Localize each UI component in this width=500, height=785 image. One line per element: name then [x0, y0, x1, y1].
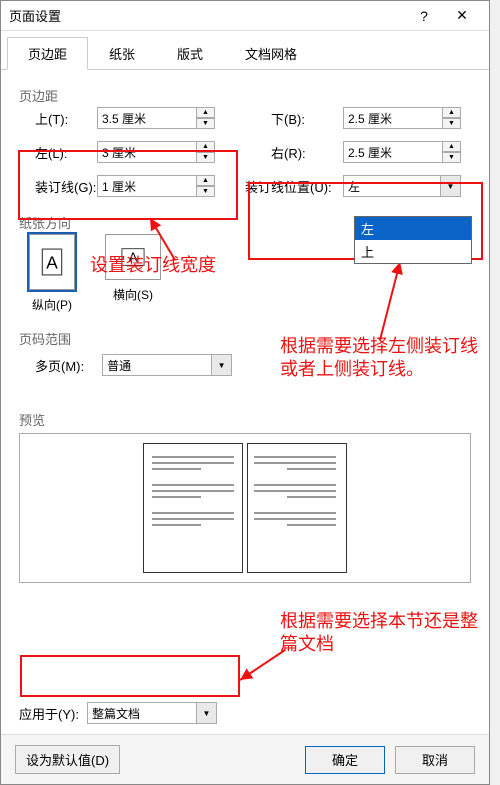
- tab-strip: 页边距 纸张 版式 文档网格: [1, 31, 489, 70]
- label-apply-to: 应用于(Y):: [19, 704, 79, 723]
- combo-apply-to[interactable]: ▼: [87, 702, 217, 724]
- spinner-bottom[interactable]: ▲▼: [343, 107, 463, 129]
- input-gutter[interactable]: [97, 175, 197, 197]
- orientation-portrait[interactable]: A 纵向(P): [29, 234, 75, 313]
- page-setup-dialog: 页面设置 ? ✕ 页边距 纸张 版式 文档网格 页边距 上(T): ▲▼ 下(B…: [0, 0, 490, 785]
- preview-box: [19, 433, 471, 583]
- landscape-label: 横向(S): [113, 286, 153, 303]
- spin-up-icon[interactable]: ▲: [197, 175, 215, 186]
- chevron-down-icon[interactable]: ▼: [197, 702, 217, 724]
- set-default-button[interactable]: 设为默认值(D): [15, 745, 120, 774]
- tab-paper[interactable]: 纸张: [88, 37, 156, 70]
- dropdown-option-left[interactable]: 左: [355, 217, 471, 240]
- spinner-top[interactable]: ▲▼: [97, 107, 217, 129]
- chevron-down-icon[interactable]: ▼: [212, 354, 232, 376]
- section-margins-title: 页边距: [19, 86, 471, 105]
- label-top: 上(T):: [35, 109, 95, 128]
- input-multipage[interactable]: [102, 354, 212, 376]
- svg-text:A: A: [46, 252, 58, 272]
- tab-body: 页边距 上(T): ▲▼ 下(B): ▲▼ 左(L):: [1, 69, 489, 734]
- label-right: 右(R):: [271, 143, 341, 162]
- close-button[interactable]: ✕: [443, 5, 481, 27]
- help-button[interactable]: ?: [405, 5, 443, 27]
- gutter-pos-dropdown[interactable]: 左 上: [354, 216, 472, 264]
- label-gutter: 装订线(G):: [35, 177, 95, 196]
- spin-down-icon[interactable]: ▼: [197, 186, 215, 197]
- help-icon: ?: [420, 8, 428, 24]
- spin-down-icon[interactable]: ▼: [197, 118, 215, 129]
- tab-layout[interactable]: 版式: [156, 37, 224, 70]
- spin-down-icon[interactable]: ▼: [443, 118, 461, 129]
- titlebar: 页面设置 ? ✕: [1, 1, 489, 31]
- spin-down-icon[interactable]: ▼: [443, 152, 461, 163]
- spinner-right[interactable]: ▲▼: [343, 141, 463, 163]
- spinner-gutter[interactable]: ▲▼: [97, 175, 217, 197]
- preview-page-left: [143, 443, 243, 573]
- close-icon: ✕: [456, 7, 468, 24]
- label-left: 左(L):: [35, 143, 95, 162]
- section-pages-title: 页码范围: [19, 329, 471, 348]
- svg-text:A: A: [129, 250, 138, 265]
- input-top[interactable]: [97, 107, 197, 129]
- spin-up-icon[interactable]: ▲: [443, 141, 461, 152]
- portrait-label: 纵向(P): [32, 296, 72, 313]
- dialog-footer: 设为默认值(D) 确定 取消: [1, 734, 489, 784]
- landscape-icon: A: [105, 234, 161, 280]
- label-gutter-pos: 装订线位置(U):: [245, 177, 341, 196]
- spin-down-icon[interactable]: ▼: [197, 152, 215, 163]
- cancel-button[interactable]: 取消: [395, 746, 475, 774]
- spinner-left[interactable]: ▲▼: [97, 141, 217, 163]
- preview-page-right: [247, 443, 347, 573]
- spin-up-icon[interactable]: ▲: [197, 107, 215, 118]
- portrait-icon: A: [29, 234, 75, 290]
- combo-gutter-pos[interactable]: ▼: [343, 175, 461, 197]
- tab-grid[interactable]: 文档网格: [224, 37, 318, 70]
- label-bottom: 下(B):: [271, 109, 341, 128]
- ok-button[interactable]: 确定: [305, 746, 385, 774]
- input-right[interactable]: [343, 141, 443, 163]
- input-bottom[interactable]: [343, 107, 443, 129]
- combo-multipage[interactable]: ▼: [102, 354, 232, 376]
- dropdown-option-top[interactable]: 上: [355, 240, 471, 263]
- chevron-down-icon[interactable]: ▼: [441, 175, 461, 197]
- input-gutter-pos[interactable]: [343, 175, 441, 197]
- label-multipage: 多页(M):: [35, 356, 84, 375]
- dialog-title: 页面设置: [9, 6, 405, 25]
- orientation-landscape[interactable]: A 横向(S): [105, 234, 161, 313]
- spin-up-icon[interactable]: ▲: [443, 107, 461, 118]
- tab-margins[interactable]: 页边距: [7, 37, 88, 70]
- input-apply-to[interactable]: [87, 702, 197, 724]
- input-left[interactable]: [97, 141, 197, 163]
- spin-up-icon[interactable]: ▲: [197, 141, 215, 152]
- section-preview-title: 预览: [19, 410, 471, 429]
